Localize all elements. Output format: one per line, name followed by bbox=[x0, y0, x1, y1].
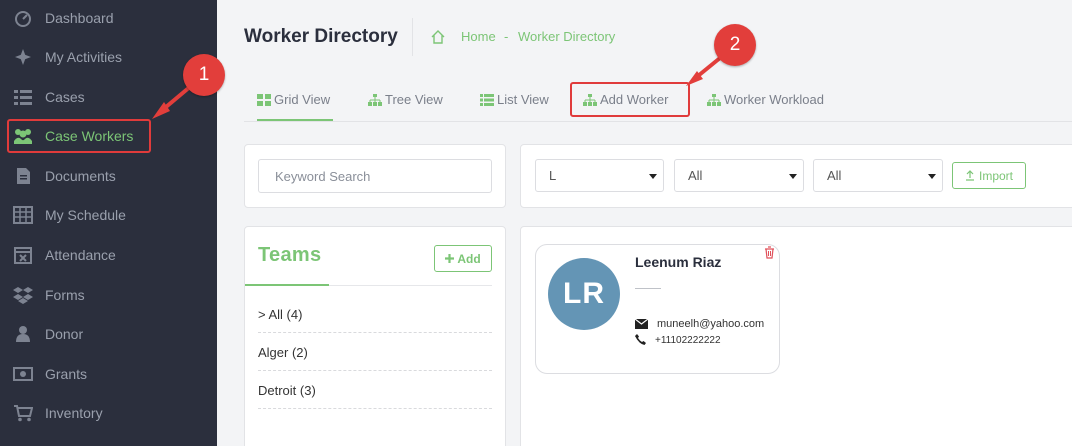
select-value: L bbox=[549, 168, 557, 183]
trash-icon[interactable] bbox=[764, 246, 775, 259]
sidebar-item-documents[interactable]: Documents bbox=[0, 158, 217, 194]
document-icon bbox=[17, 168, 30, 184]
select-value: All bbox=[688, 168, 703, 183]
team-row-all[interactable]: > All (4) bbox=[258, 295, 492, 333]
page-title: Worker Directory bbox=[244, 26, 398, 47]
active-tab-indicator bbox=[257, 119, 333, 121]
envelope-icon bbox=[635, 319, 648, 329]
team-label: > All (4) bbox=[258, 307, 303, 322]
chevron-down-icon bbox=[789, 174, 797, 179]
team-row-detroit[interactable]: Detroit (3) bbox=[258, 371, 492, 409]
chevron-down-icon bbox=[928, 174, 936, 179]
sidebar-item-label: Forms bbox=[45, 287, 85, 303]
breadcrumb-separator: - bbox=[504, 29, 509, 44]
tab-list-view[interactable]: List View bbox=[480, 92, 549, 107]
teams-title: Teams bbox=[258, 244, 322, 266]
sidebar-item-label: Attendance bbox=[45, 247, 116, 263]
select-value: All bbox=[827, 168, 842, 183]
sidebar-item-dashboard[interactable]: Dashboard bbox=[0, 0, 217, 36]
sitemap-icon bbox=[368, 93, 382, 106]
sidebar-item-attendance[interactable]: Attendance bbox=[0, 237, 217, 273]
sidebar-item-label: My Schedule bbox=[45, 207, 126, 223]
sitemap-icon bbox=[707, 93, 721, 106]
tab-label: List View bbox=[497, 92, 549, 107]
keyword-search-input[interactable] bbox=[258, 159, 492, 193]
chevron-down-icon bbox=[649, 174, 657, 179]
sidebar-item-label: Donor bbox=[45, 326, 84, 342]
cart-icon bbox=[14, 405, 33, 422]
sidebar-item-label: Inventory bbox=[45, 405, 103, 421]
home-icon[interactable] bbox=[430, 29, 446, 45]
header-divider bbox=[412, 18, 413, 56]
letter-filter-select[interactable]: L bbox=[535, 159, 664, 192]
worker-name[interactable]: Leenum Riaz bbox=[635, 254, 721, 270]
avatar: LR bbox=[548, 258, 620, 330]
teams-title-underline bbox=[245, 284, 329, 286]
phone-icon bbox=[635, 334, 646, 345]
list-icon bbox=[480, 93, 494, 106]
import-button[interactable]: Import bbox=[952, 162, 1026, 189]
callout-badge-1: 1 bbox=[183, 54, 225, 96]
sidebar-item-grants[interactable]: Grants bbox=[0, 356, 217, 392]
team-label: Alger (2) bbox=[258, 345, 308, 360]
breadcrumb-current: Worker Directory bbox=[518, 29, 616, 44]
breadcrumb-home[interactable]: Home bbox=[461, 29, 496, 44]
plus-icon bbox=[445, 254, 455, 263]
activities-icon bbox=[15, 49, 31, 65]
filter-select-2[interactable]: All bbox=[674, 159, 804, 192]
sidebar-item-label: Dashboard bbox=[45, 10, 114, 26]
upload-icon bbox=[965, 170, 974, 181]
worker-phone: +11102222222 bbox=[655, 335, 721, 346]
worker-email: muneelh@yahoo.com bbox=[657, 318, 765, 330]
tab-label: Grid View bbox=[274, 92, 331, 107]
user-icon bbox=[16, 326, 30, 342]
tab-worker-workload[interactable]: Worker Workload bbox=[707, 92, 824, 107]
grid-icon bbox=[257, 93, 271, 106]
highlight-add-worker bbox=[570, 82, 690, 117]
sidebar-item-label: My Activities bbox=[45, 49, 123, 65]
sidebar-item-my-schedule[interactable]: My Schedule bbox=[0, 197, 217, 233]
worker-title-placeholder bbox=[635, 288, 661, 289]
add-team-button[interactable]: Add bbox=[434, 245, 492, 272]
callout-badge-2: 2 bbox=[714, 24, 756, 66]
filter-select-3[interactable]: All bbox=[813, 159, 943, 192]
tab-tree-view[interactable]: Tree View bbox=[368, 92, 443, 107]
sidebar-item-label: Grants bbox=[45, 366, 88, 382]
highlight-case-workers bbox=[7, 119, 151, 153]
calendar-grid-icon bbox=[13, 206, 33, 224]
dashboard-icon bbox=[15, 11, 31, 27]
tab-label: Worker Workload bbox=[724, 92, 824, 107]
tabs-divider bbox=[244, 121, 1072, 122]
sidebar-item-label: Cases bbox=[45, 89, 85, 105]
sidebar-item-inventory[interactable]: Inventory bbox=[0, 395, 217, 431]
team-row-alger[interactable]: Alger (2) bbox=[258, 333, 492, 371]
list-icon bbox=[14, 90, 32, 105]
dropbox-icon bbox=[13, 287, 33, 304]
page-header: Worker Directory Home - Worker Directory bbox=[217, 0, 1072, 72]
team-label: Detroit (3) bbox=[258, 383, 316, 398]
import-label: Import bbox=[978, 168, 1013, 183]
sidebar-item-donor[interactable]: Donor bbox=[0, 316, 217, 352]
sidebar-item-label: Documents bbox=[45, 168, 116, 184]
calendar-x-icon bbox=[14, 247, 32, 264]
tab-grid-view[interactable]: Grid View bbox=[257, 92, 330, 107]
sidebar-item-forms[interactable]: Forms bbox=[0, 277, 217, 313]
add-label: Add bbox=[457, 251, 481, 266]
tab-label: Tree View bbox=[385, 92, 443, 107]
money-icon bbox=[13, 367, 33, 381]
